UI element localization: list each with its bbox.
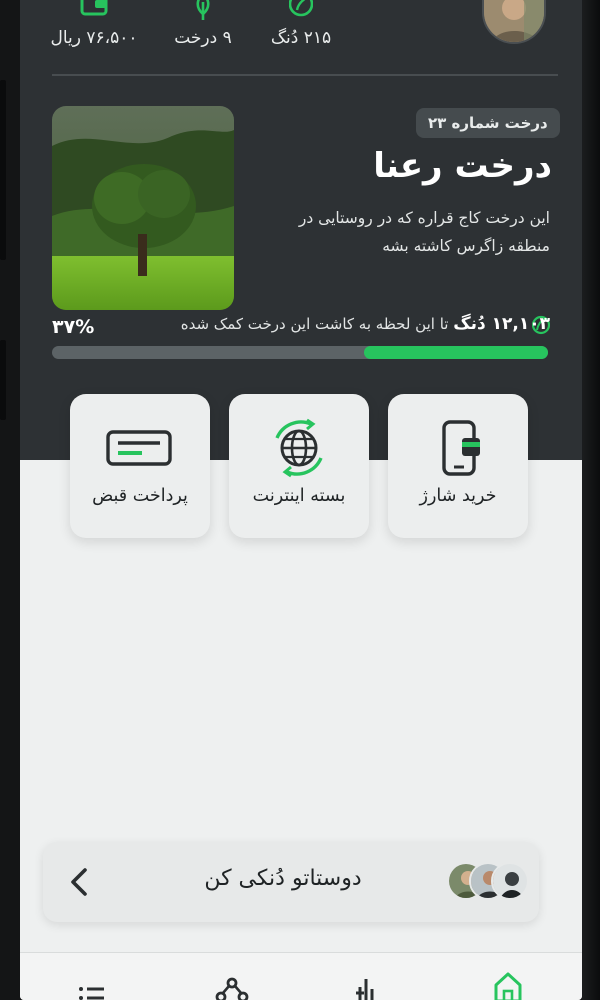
- trees-count: ۹ درخت: [174, 28, 232, 48]
- dong-count: ۲۱۵ دُنگ: [270, 28, 332, 48]
- pay-bill-label: پرداخت قبض: [92, 486, 188, 506]
- internet-package-button[interactable]: بسته اینترنت: [229, 394, 369, 538]
- friends-avatars: [447, 862, 529, 902]
- volume-up-button: [0, 80, 6, 260]
- chevron-left-icon: [71, 868, 87, 896]
- progress-fill: [364, 346, 548, 359]
- friend-avatar-3: [491, 862, 529, 900]
- bill-card-icon: [106, 430, 172, 466]
- contribution-text: تا این لحظه به کاشت این درخت کمک شده: [180, 315, 449, 333]
- home-icon[interactable]: [488, 969, 528, 1000]
- trees-stat[interactable]: ۹ درخت: [168, 0, 238, 48]
- tree-icon[interactable]: [346, 969, 386, 1000]
- dong-stat[interactable]: ۲۱۵ دُنگ: [266, 0, 336, 48]
- buy-charge-label: خرید شارژ: [419, 486, 497, 506]
- pay-bill-button[interactable]: پرداخت قبض: [70, 394, 210, 538]
- header-divider: [52, 74, 558, 76]
- wallet-balance: ۷۶،۵۰۰ ریال: [50, 28, 138, 48]
- invite-friends-bar[interactable]: دوستاتو دُنکی کن: [43, 842, 539, 922]
- buy-charge-button[interactable]: خرید شارژ: [388, 394, 528, 538]
- coin-leaf-icon: [289, 0, 313, 17]
- contribution-amount: ۱۲,۱۰۳ دُنگ: [453, 314, 550, 334]
- invite-label: دوستاتو دُنکی کن: [204, 866, 362, 891]
- volume-down-button: [0, 340, 6, 420]
- app-screen: ۷۶،۵۰۰ ریال ۹ درخت ۲۱۵ دُنگ درخت شماره ۲…: [20, 0, 582, 1000]
- avatar-image: [484, 0, 544, 42]
- header-panel: ۷۶،۵۰۰ ریال ۹ درخت ۲۱۵ دُنگ درخت شماره ۲…: [20, 0, 582, 460]
- tree-description: این درخت کاج قراره که در روستایی در منطق…: [298, 209, 550, 255]
- internet-package-label: بسته اینترنت: [252, 486, 346, 506]
- phone-frame: ۷۶،۵۰۰ ریال ۹ درخت ۲۱۵ دُنگ درخت شماره ۲…: [0, 0, 600, 1000]
- wallet-stat[interactable]: ۷۶،۵۰۰ ریال: [48, 0, 140, 48]
- tree-image: [52, 106, 234, 310]
- progress-percent: ۳۷%: [52, 316, 95, 338]
- tree-number-badge: درخت شماره ۲۳: [416, 108, 560, 138]
- bottom-navigation: [20, 952, 582, 1000]
- screen-bezel-edge: [582, 0, 600, 1000]
- plant-icon: [196, 0, 210, 20]
- contribution-line: ۱۲,۱۰۳ دُنگ تا این لحظه به کاشت این درخت…: [126, 314, 550, 334]
- globe-refresh-icon: [275, 418, 323, 478]
- list-icon[interactable]: [72, 969, 112, 1000]
- profile-avatar[interactable]: [482, 0, 546, 44]
- planting-progress-bar: [52, 346, 548, 359]
- tree-photo[interactable]: [52, 106, 234, 310]
- wallet-icon: [80, 0, 108, 16]
- network-icon[interactable]: [212, 969, 252, 1000]
- tree-title: درخت رعنا: [373, 146, 552, 186]
- phone-card-icon: [442, 420, 480, 476]
